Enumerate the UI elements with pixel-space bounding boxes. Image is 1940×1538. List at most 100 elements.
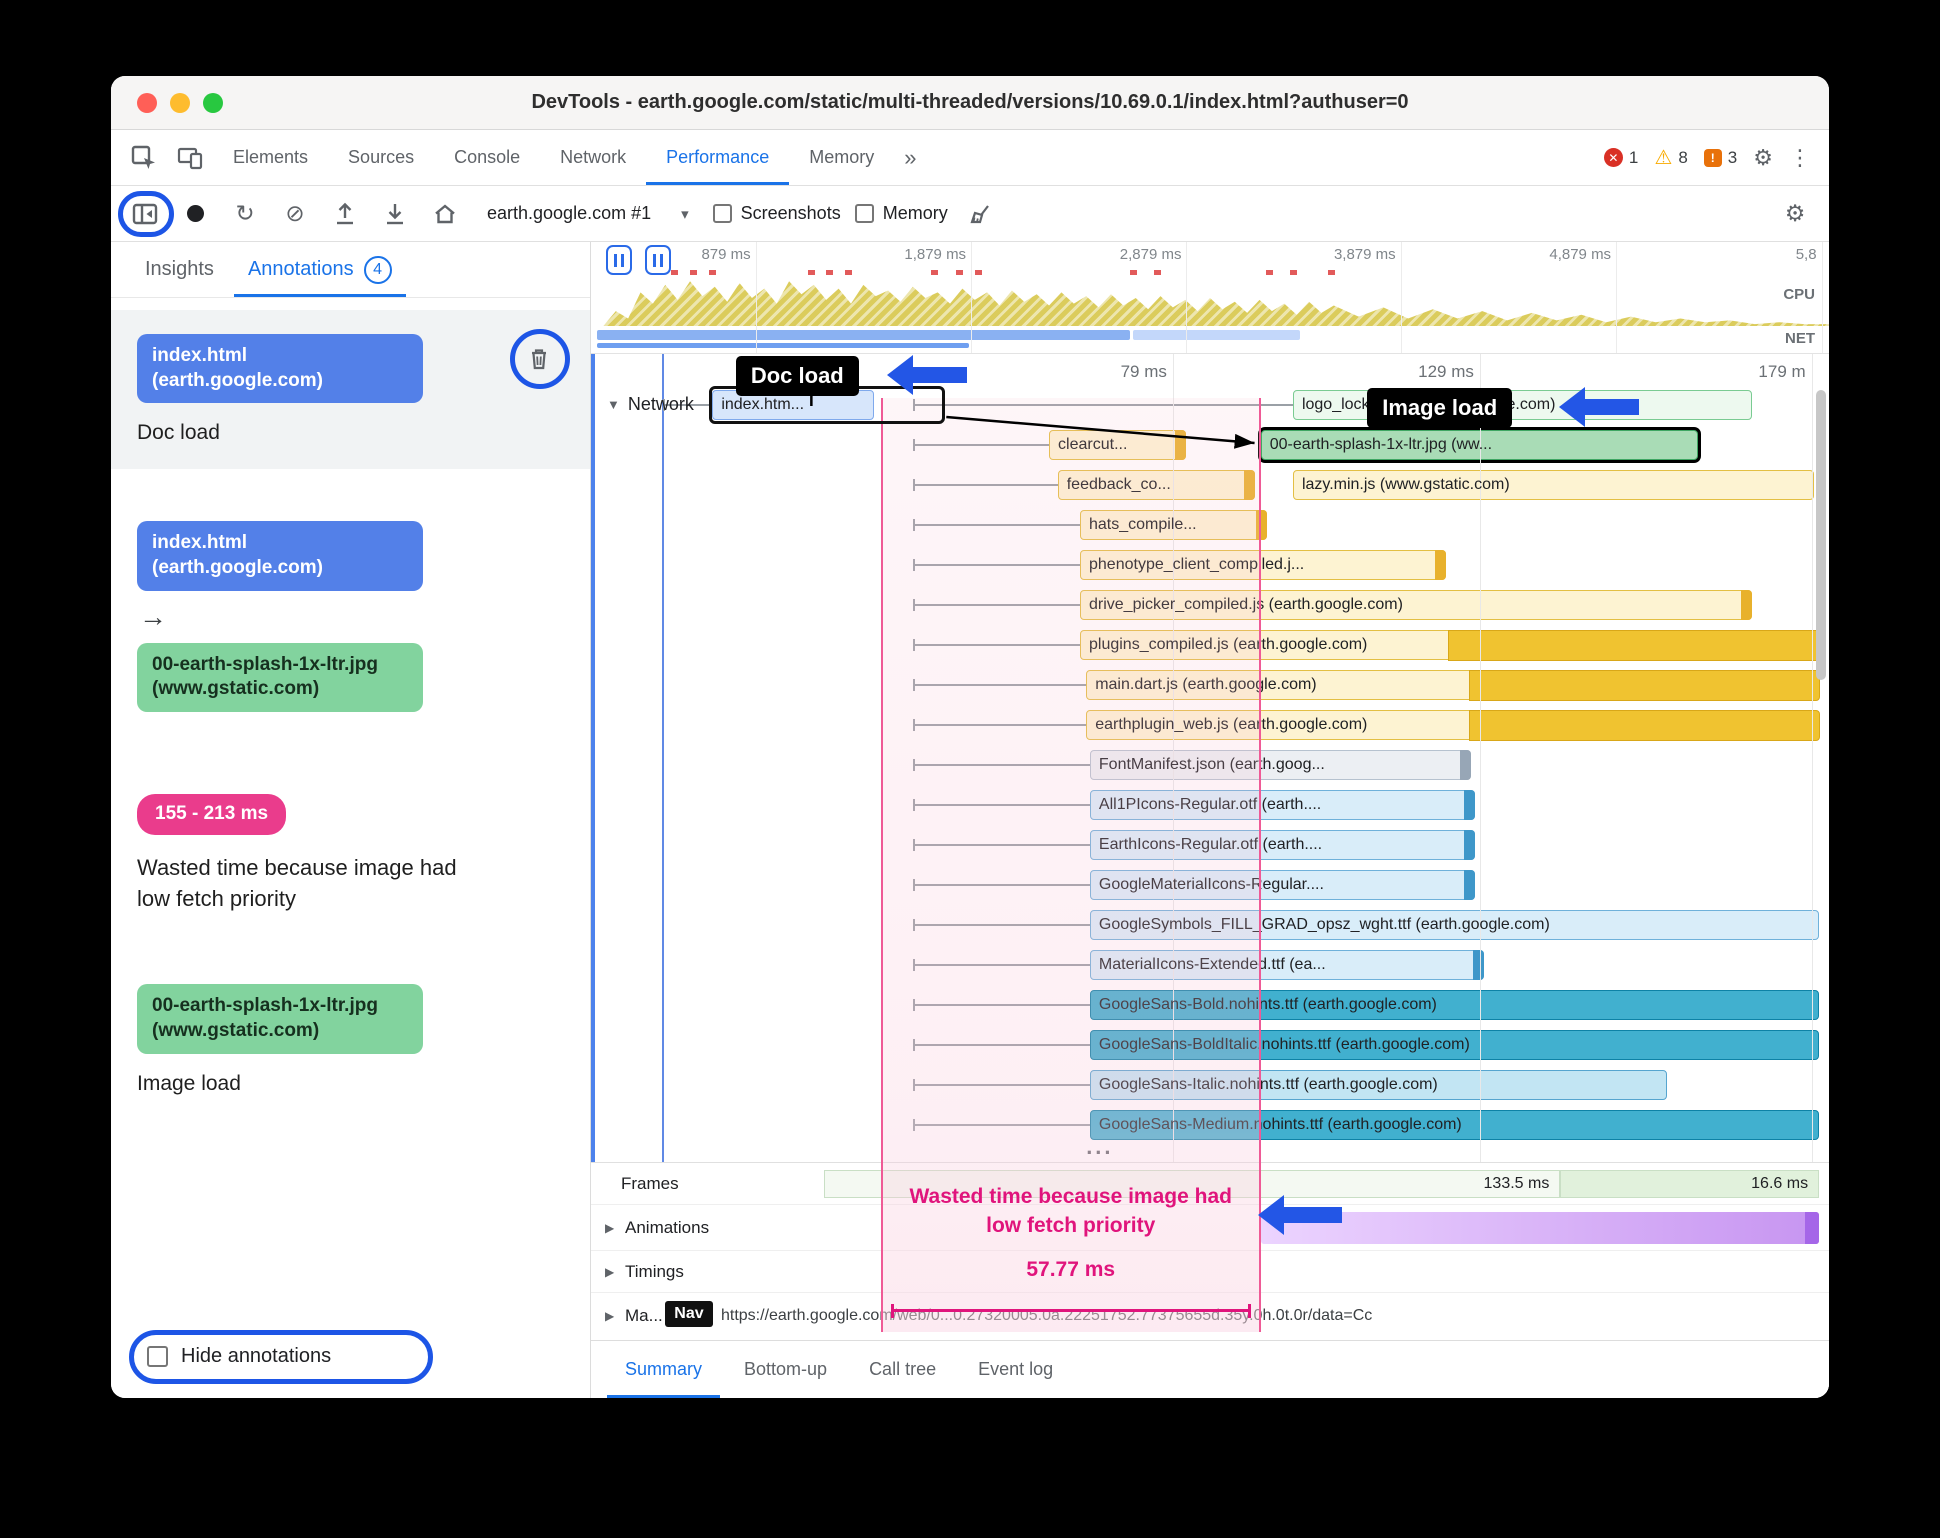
reload-and-record-button[interactable]: ↻ [227, 196, 263, 232]
frame-duration-bar[interactable]: 16.6 ms [1560, 1170, 1820, 1198]
tab-sources[interactable]: Sources [328, 130, 434, 185]
home-icon[interactable] [427, 196, 463, 232]
network-request-bar[interactable]: GoogleSymbols_FILL_GRAD_opsz_wght.ttf (e… [1089, 910, 1820, 940]
network-request-bar[interactable]: phenotype_client_compiled.j... [1080, 550, 1447, 580]
network-waterfall[interactable]: 79 ms 129 ms 179 m ▼ Network index.htm... l… [591, 354, 1829, 1162]
hide-annotations-checkbox[interactable] [147, 1346, 168, 1367]
network-request-bar[interactable]: GoogleSans-Bold.nohints.ttf (earth.googl… [1089, 990, 1820, 1020]
network-request-bar[interactable]: EarthIcons-Regular.otf (earth.... [1089, 830, 1475, 860]
minimap-ruler-label: 2,879 ms [1119, 246, 1182, 263]
annotation-entry-doc-load[interactable]: index.html (earth.google.com) Doc load [111, 310, 590, 470]
delete-annotation-button[interactable] [524, 344, 554, 374]
tab-insights[interactable]: Insights [131, 242, 228, 297]
network-request-bar[interactable]: FontManifest.json (earth.goog... [1089, 750, 1472, 780]
annotation-chip-link-from[interactable]: index.html (earth.google.com) [137, 521, 423, 591]
network-request-bar[interactable]: drive_picker_compiled.js (earth.google.c… [1080, 590, 1753, 620]
device-toolbar-icon[interactable] [167, 130, 213, 185]
details-tab-summary[interactable]: Summary [607, 1341, 720, 1398]
tab-annotations[interactable]: Annotations 4 [234, 242, 406, 297]
request-label: lazy.min.js (www.gstatic.com) [1301, 476, 1510, 493]
window-range-right-handle[interactable] [645, 245, 672, 275]
network-track-toggle[interactable]: ▼ Network [607, 394, 694, 415]
long-task-marker [1265, 270, 1273, 275]
hide-annotations-control[interactable]: Hide annotations [129, 1330, 590, 1384]
tab-performance[interactable]: Performance [646, 130, 789, 185]
frames-track[interactable]: Frames 133.5 ms 16.6 ms [591, 1163, 1829, 1205]
annotation-entry-time-range[interactable]: 155 - 213 ms Wasted time because image h… [111, 770, 590, 938]
profile-select[interactable]: earth.google.com #1 ▾ [477, 203, 699, 224]
error-badge[interactable]: ✕ 1 [1603, 148, 1638, 168]
window-range-left-handle[interactable] [605, 245, 632, 275]
animations-expander-icon[interactable]: ▶ [605, 1221, 614, 1235]
network-request-bar[interactable]: lazy.min.js (www.gstatic.com) [1292, 470, 1815, 500]
annotation-chip-index-html[interactable]: index.html (earth.google.com) [137, 334, 423, 404]
minimize-button[interactable] [170, 93, 190, 113]
network-request-bar[interactable]: main.dart.js (earth.google.com) [1086, 669, 1820, 701]
kebab-menu-icon[interactable]: ⋮ [1789, 145, 1811, 171]
request-label: GoogleSans-Italic.nohints.ttf (earth.goo… [1098, 1076, 1438, 1093]
network-request-bar[interactable]: clearcut... [1049, 430, 1187, 460]
main-expander-icon[interactable]: ▶ [605, 1309, 614, 1323]
details-tab-call-tree[interactable]: Call tree [851, 1341, 954, 1398]
annotation-entry-image-load[interactable]: 00-earth-splash-1x-ltr.jpg (www.gstatic.… [111, 960, 590, 1119]
devtools-tabbar: Elements Sources Console Network Performance… [111, 130, 1829, 186]
network-request-bar[interactable]: MaterialIcons-Extended.ttf (ea... [1089, 950, 1484, 980]
request-end-cap [1460, 750, 1472, 780]
annotation-chip-link-to[interactable]: 00-earth-splash-1x-ltr.jpg (www.gstatic.… [137, 642, 423, 713]
record-button[interactable] [177, 196, 213, 232]
request-bars-layer: index.htm...logo_lockup.svg (earth.googl… [591, 354, 1829, 1162]
profile-select-value: earth.google.com #1 [487, 203, 652, 223]
timings-track-label: Timings [625, 1261, 684, 1281]
request-whisker [912, 959, 1090, 971]
triangle-down-icon: ▼ [607, 397, 620, 412]
settings-gear-icon[interactable]: ⚙ [1753, 145, 1773, 171]
performance-main-panel: 879 ms 1,879 ms 2,879 ms 3,879 ms 4,879 ms 5,… [591, 242, 1829, 1398]
details-tab-bottom-up[interactable]: Bottom-up [726, 1341, 845, 1398]
tab-network[interactable]: Network [540, 130, 646, 185]
annotations-list: index.html (earth.google.com) Doc load i… [111, 298, 590, 1398]
collect-garbage-button[interactable] [962, 196, 998, 232]
waterfall-scrollbar[interactable] [1816, 390, 1826, 680]
more-tabs-icon[interactable]: » [894, 130, 926, 185]
tab-console[interactable]: Console [434, 130, 540, 185]
animations-track[interactable]: ▶ Animations [591, 1205, 1829, 1251]
download-profile-button[interactable] [377, 196, 413, 232]
issues-badge[interactable]: ! 3 [1703, 148, 1737, 168]
network-request-bar[interactable]: All1PIcons-Regular.otf (earth.... [1089, 790, 1475, 820]
tab-elements[interactable]: Elements [213, 130, 328, 185]
animation-bar[interactable] [1260, 1212, 1820, 1244]
annotation-chip-splash-image[interactable]: 00-earth-splash-1x-ltr.jpg (www.gstatic.… [137, 984, 423, 1054]
doc-load-callout: Doc load [735, 356, 859, 396]
request-whisker [912, 519, 1080, 531]
timings-track[interactable]: ▶ Timings [591, 1251, 1829, 1293]
network-request-bar[interactable]: GoogleSans-BoldItalic.nohints.ttf (earth… [1089, 1030, 1820, 1060]
toggle-sidebar-button[interactable] [127, 196, 163, 232]
clear-button[interactable]: ⊘ [277, 196, 313, 232]
upload-profile-button[interactable] [327, 196, 363, 232]
network-request-bar[interactable]: logo_lockup.svg (earth.google.com) [1292, 390, 1753, 420]
tab-memory[interactable]: Memory [789, 130, 894, 185]
annotation-chip-time-range[interactable]: 155 - 213 ms [137, 794, 287, 835]
screenshots-checkbox[interactable]: Screenshots [712, 203, 841, 224]
inspect-element-icon[interactable] [121, 130, 167, 185]
long-task-marker [1154, 270, 1162, 275]
network-request-bar[interactable]: GoogleSans-Medium.nohints.ttf (earth.goo… [1089, 1110, 1820, 1140]
network-request-bar[interactable]: plugins_compiled.js (earth.google.com) [1080, 629, 1820, 661]
main-thread-track[interactable]: ▶ Ma... Nav https://earth.google.com/web… [591, 1293, 1829, 1339]
network-request-bar[interactable]: earthplugin_web.js (earth.google.com) [1086, 709, 1820, 741]
close-button[interactable] [137, 93, 157, 113]
memory-checkbox[interactable]: Memory [854, 203, 948, 224]
request-label: drive_picker_compiled.js (earth.google.c… [1089, 596, 1403, 613]
warning-badge[interactable]: ⚠ 8 [1654, 145, 1687, 170]
frame-duration-bar[interactable]: 133.5 ms [823, 1170, 1561, 1198]
timings-expander-icon[interactable]: ▶ [605, 1265, 614, 1279]
long-task-marker [708, 270, 716, 275]
network-request-bar[interactable]: GoogleSans-Italic.nohints.ttf (earth.goo… [1089, 1070, 1667, 1100]
network-request-bar[interactable]: GoogleMaterialIcons-Regular.... [1089, 870, 1475, 900]
timeline-minimap[interactable]: 879 ms 1,879 ms 2,879 ms 3,879 ms 4,879 ms 5,… [591, 242, 1829, 354]
capture-settings-gear-icon[interactable]: ⚙ [1777, 196, 1813, 232]
zoom-button[interactable] [203, 93, 223, 113]
network-request-bar[interactable]: feedback_co... [1057, 470, 1255, 500]
details-tab-event-log[interactable]: Event log [960, 1341, 1071, 1398]
annotation-entry-link[interactable]: index.html (earth.google.com) → 00-earth… [111, 497, 590, 736]
